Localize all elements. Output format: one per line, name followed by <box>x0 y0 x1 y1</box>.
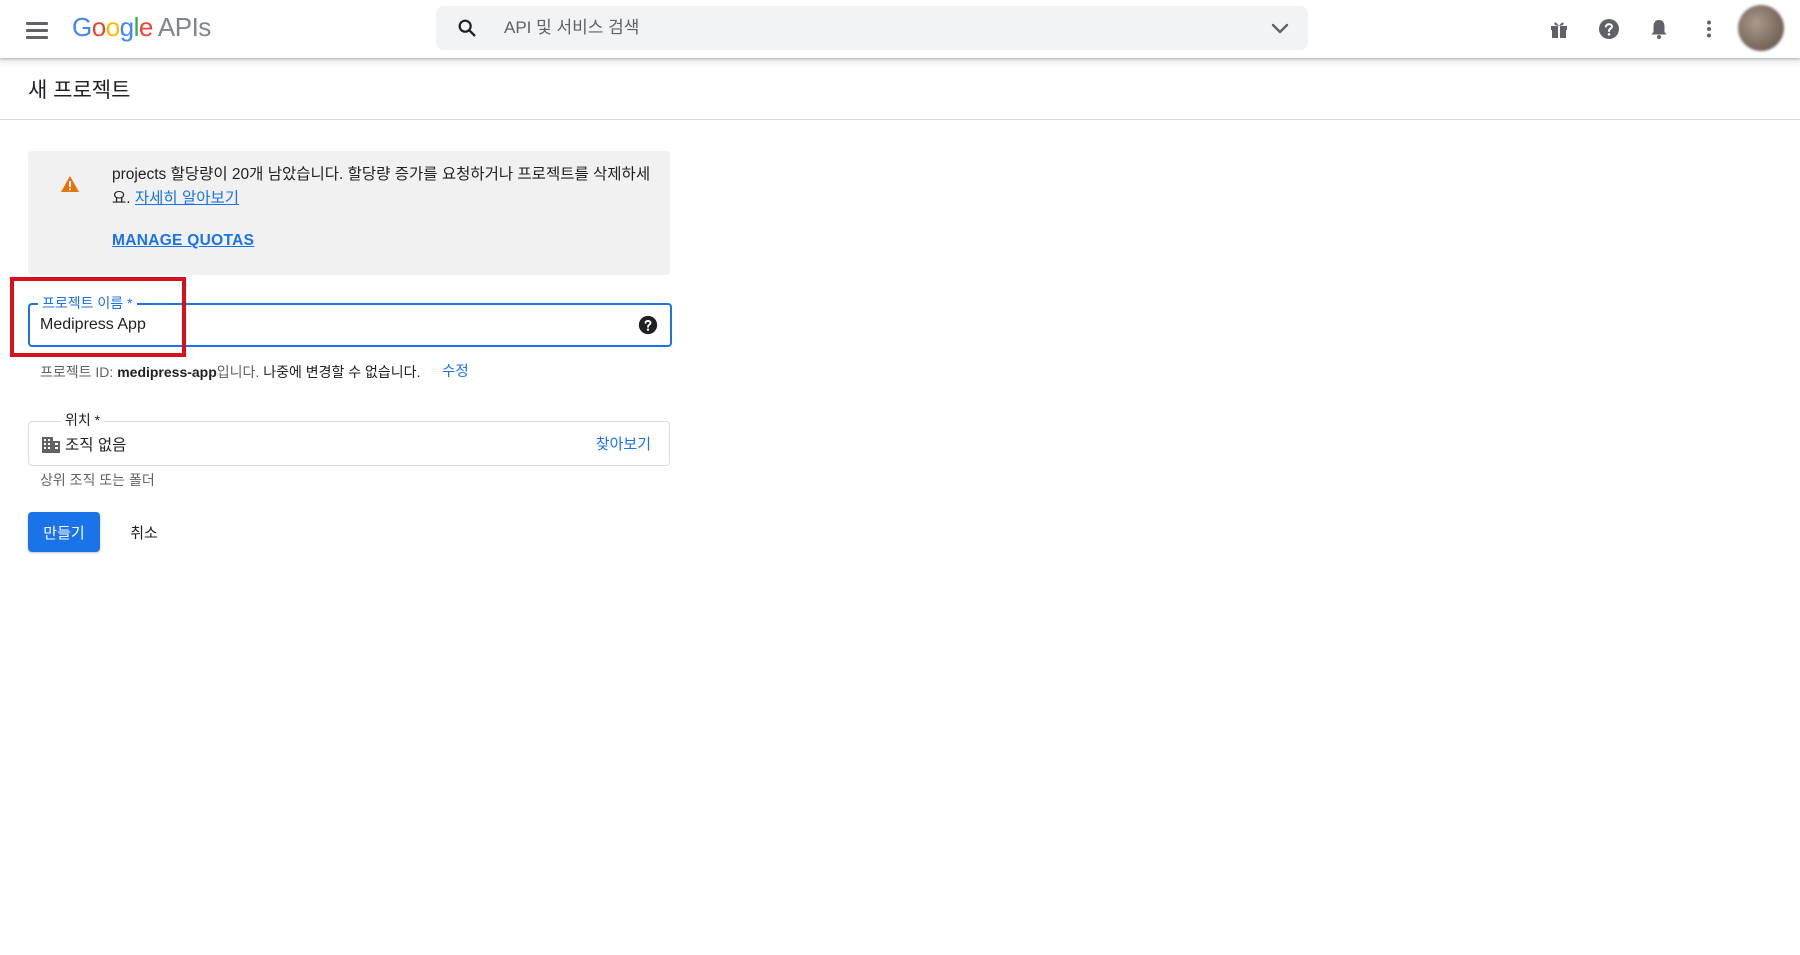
logo-letter: o <box>105 12 120 42</box>
search-bar[interactable] <box>436 6 1308 50</box>
chevron-down-icon[interactable] <box>1268 16 1292 40</box>
page-title: 새 프로젝트 <box>28 79 131 102</box>
google-apis-logo[interactable]: Google APIs <box>72 12 211 43</box>
logo-suffix: APIs <box>157 12 211 42</box>
create-button[interactable]: 만들기 <box>28 512 100 552</box>
search-input[interactable] <box>504 6 1204 50</box>
project-id-hint: 프로젝트 ID: medipress-app입니다. 나중에 변경할 수 없습니… <box>40 362 420 382</box>
project-id-note: 나중에 변경할 수 없습니다. <box>263 364 421 380</box>
location-hint: 상위 조직 또는 폴더 <box>40 472 155 488</box>
help-icon[interactable] <box>1593 13 1625 45</box>
more-vert-icon[interactable] <box>1693 13 1725 45</box>
location-value: 조직 없음 <box>65 437 127 454</box>
project-name-field[interactable]: 프로젝트 이름 * <box>28 294 672 347</box>
project-id-suffix: 입니다. <box>216 364 264 380</box>
cancel-button[interactable]: 취소 <box>120 512 168 552</box>
menu-icon[interactable] <box>20 13 54 47</box>
logo-letter: G <box>72 12 92 42</box>
warning-icon <box>61 176 79 192</box>
browse-button[interactable]: 찾아보기 <box>596 433 651 454</box>
search-icon <box>458 19 476 37</box>
page-header: 새 프로젝트 <box>0 58 1800 120</box>
location-field[interactable]: 위치 * 조직 없음 찾아보기 <box>28 411 670 466</box>
manage-quotas-link[interactable]: MANAGE QUOTAS <box>112 232 254 250</box>
gift-icon[interactable] <box>1543 13 1575 45</box>
project-id-prefix: 프로젝트 ID: <box>40 364 118 380</box>
avatar[interactable] <box>1738 5 1784 51</box>
learn-more-link[interactable]: 자세히 알아보기 <box>135 190 239 207</box>
location-label: 위치 * <box>61 411 105 429</box>
help-icon[interactable] <box>638 315 658 335</box>
logo-letter: o <box>91 12 106 42</box>
edit-project-id-link[interactable]: 수정 <box>442 360 469 381</box>
quota-notice: projects 할당량이 20개 남았습니다. 할당량 증가를 요청하거나 프… <box>28 151 670 275</box>
project-id-value: medipress-app <box>117 364 217 380</box>
top-app-bar: Google APIs <box>0 0 1800 58</box>
logo-letter: g <box>119 12 134 42</box>
logo-letter: e <box>138 12 153 42</box>
project-name-input[interactable] <box>40 305 620 345</box>
notifications-bell-icon[interactable] <box>1643 13 1675 45</box>
quota-message: projects 할당량이 20개 남았습니다. 할당량 증가를 요청하거나 프… <box>112 163 657 211</box>
organization-icon <box>42 437 60 453</box>
